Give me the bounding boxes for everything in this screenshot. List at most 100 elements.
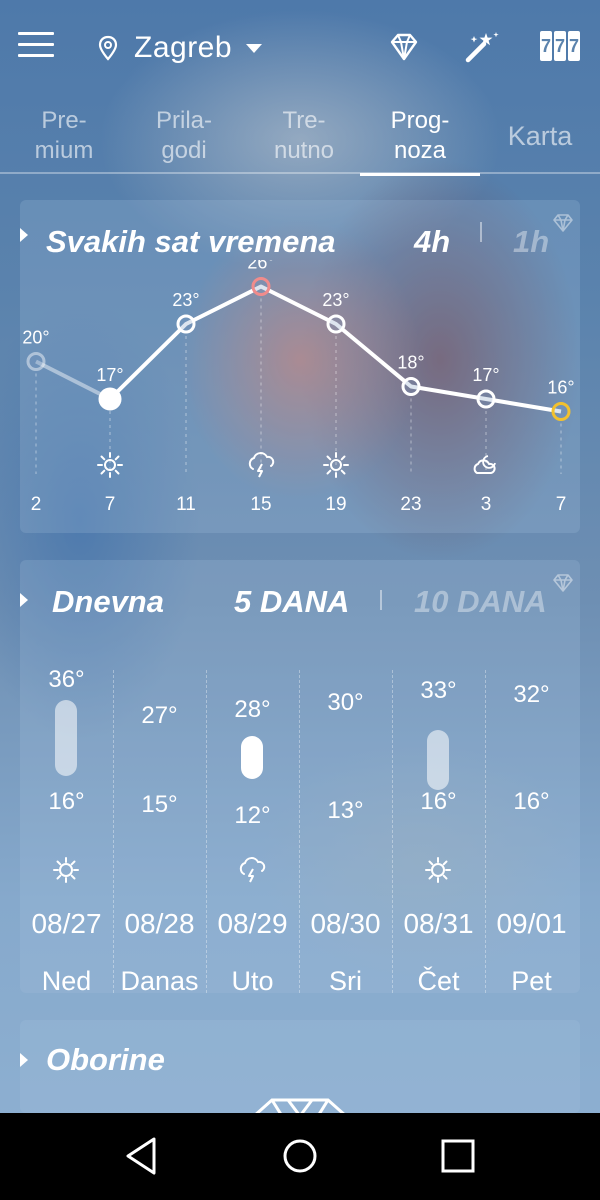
hourly-point (98, 387, 122, 411)
daily-high-temp: 32° (513, 681, 550, 708)
daily-date: 08/30 (310, 908, 381, 939)
sun-icon (53, 857, 79, 883)
hourly-temp-label: 17° (472, 365, 499, 385)
menu-icon-line (18, 54, 54, 57)
hourly-point (176, 314, 196, 334)
tab-premium[interactable]: Pre- mium (4, 106, 124, 166)
umbrella-icon (255, 1098, 345, 1113)
hourly-point (551, 402, 571, 421)
tab-label: Prila- (155, 107, 212, 134)
daily-low-temp: 16° (420, 788, 457, 815)
back-icon[interactable] (118, 1133, 168, 1179)
daily-date: 08/27 (31, 908, 102, 939)
tab-karta[interactable]: Karta (480, 121, 600, 151)
hourly-hour-label: 7 (105, 494, 116, 515)
hourly-hour-label: 15 (250, 494, 271, 515)
tab-underline (360, 173, 480, 176)
sun-icon (97, 452, 123, 478)
daily-weekday: Uto (231, 966, 274, 993)
daily-temp-range-bar (55, 700, 77, 776)
premium-diamond-icon (553, 214, 573, 232)
daily-weekday: Ned (41, 966, 92, 993)
hourly-point (476, 389, 496, 409)
daily-forecast-card: Dnevna 5 DANA 10 DANA 36° 16° 08/27 Ned 27° 1… (20, 560, 580, 993)
expand-arrow-icon (20, 1053, 28, 1067)
hourly-temp-label: 17° (96, 365, 123, 385)
hourly-hour-label: 2 (31, 494, 42, 515)
tab-prognoza[interactable]: Prog- noza (360, 106, 480, 176)
menu-button[interactable] (18, 32, 54, 62)
daily-high-temp: 27° (141, 702, 178, 729)
daily-day-column[interactable]: 32° 16° 09/01 Pet (485, 560, 578, 993)
daily-day-column[interactable]: 36° 16° 08/27 Ned (20, 560, 113, 993)
hourly-option-4h[interactable]: 4h (414, 224, 450, 260)
tab-label: godi (161, 137, 207, 164)
daily-day-column[interactable]: 27° 15° 08/28 Danas (113, 560, 266, 993)
tab-label: Prog- (390, 107, 450, 134)
day-separator (299, 670, 300, 993)
daily-high-temp: 36° (48, 666, 85, 693)
tab-trenutno[interactable]: Tre- nutno (244, 106, 364, 166)
location-selector[interactable]: Zagreb (96, 28, 263, 68)
hourly-hour-label: 23 (400, 494, 421, 515)
hourly-hour-label: 7 (556, 494, 567, 515)
option-separator (480, 222, 482, 242)
slot-machine-icon[interactable]: 7 7 7 (540, 31, 582, 63)
precipitation-card: Oborine (20, 1020, 580, 1113)
system-navigation-bar (0, 1113, 600, 1200)
city-name: Zagreb (134, 31, 233, 64)
expand-arrow-icon (20, 228, 28, 242)
hourly-temp-label: 23° (322, 290, 349, 310)
hourly-point (26, 352, 46, 371)
tab-label: Tre- (282, 107, 326, 134)
hourly-option-1h[interactable]: 1h (513, 224, 549, 260)
tab-label: mium (34, 137, 94, 164)
hourly-forecast-card: Svakih sat vremena 4h 1h 20° 2 17° 7 23° 11 26… (20, 200, 580, 533)
daily-low-temp: 12° (234, 802, 271, 829)
tab-prilagodi[interactable]: Prila- godi (124, 106, 244, 166)
chevron-down-icon (246, 43, 263, 53)
hourly-point (251, 277, 271, 296)
hourly-point (326, 314, 346, 334)
daily-weekday: Sri (329, 966, 362, 993)
precipitation-title: Oborine (46, 1042, 165, 1077)
recents-icon[interactable] (433, 1133, 483, 1179)
thunderstorm-icon (248, 452, 275, 478)
daily-low-temp: 16° (48, 788, 85, 815)
daily-weekday: Danas (120, 966, 199, 993)
hourly-temperature-chart: 20° 2 17° 7 23° 11 26° 15 23° 19 18° 23 17° 3 16° 7 (22, 260, 574, 515)
hourly-temp-label: 18° (397, 353, 424, 373)
hourly-temp-label: 20° (22, 328, 49, 348)
hourly-hour-label: 19 (325, 494, 346, 515)
day-separator (485, 670, 486, 993)
daily-day-column[interactable]: 33° 16° 08/31 Čet (392, 560, 485, 993)
hourly-temp-label: 26° (247, 260, 274, 273)
daily-high-temp: 28° (234, 696, 271, 723)
home-icon[interactable] (275, 1133, 325, 1179)
tab-label: noza (393, 137, 447, 164)
diamond-icon[interactable] (384, 28, 424, 68)
hourly-point (401, 377, 421, 396)
hourly-temp-label: 16° (547, 378, 574, 398)
slot-digit: 7 (568, 31, 580, 61)
hourly-hour-label: 3 (481, 494, 492, 515)
slot-digit: 7 (554, 31, 566, 61)
daily-date: 08/29 (217, 908, 288, 939)
daily-columns: 36° 16° 08/27 Ned 27° 15° 08/28 Danas 28° 12° 08/2… (20, 560, 580, 993)
magic-wand-icon[interactable] (460, 28, 500, 68)
precipitation-card-header[interactable]: Oborine (20, 1020, 580, 1100)
daily-day-column[interactable]: 30° 13° 08/30 Sri (299, 560, 392, 993)
daily-day-column[interactable]: 28° 12° 08/29 Uto (206, 560, 451, 993)
daily-low-temp: 16° (513, 788, 550, 815)
daily-low-temp: 15° (141, 791, 178, 818)
menu-icon-line (18, 43, 54, 46)
daily-date: 09/01 (496, 908, 567, 939)
day-separator (392, 670, 393, 993)
tab-label: nutno (273, 137, 335, 164)
daily-high-temp: 30° (327, 689, 364, 716)
tab-bar: Pre- mium Prila- godi Tre- nutno Prog- n… (0, 100, 600, 176)
daily-high-temp: 33° (420, 677, 457, 704)
daily-low-temp: 13° (327, 797, 364, 824)
top-bar: Zagreb 7 7 7 (0, 0, 600, 96)
location-pin-icon (98, 35, 118, 61)
